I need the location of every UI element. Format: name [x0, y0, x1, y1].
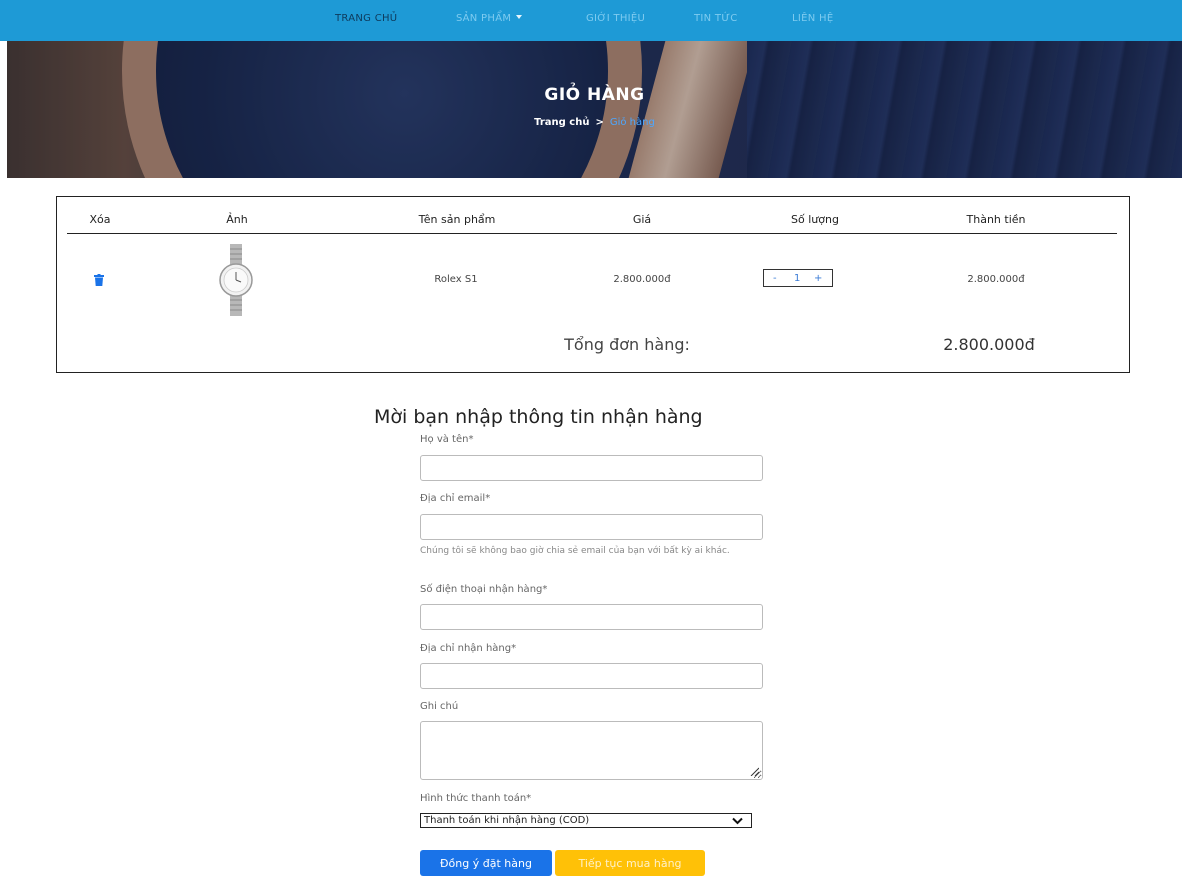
phone-label: Số điện thoại nhận hàng*: [420, 584, 548, 595]
column-header-delete: Xóa: [89, 213, 111, 226]
continue-shopping-button[interactable]: Tiếp tục mua hàng: [555, 850, 705, 876]
nav-item-news[interactable]: Tin tức: [694, 13, 738, 24]
payment-method-selected: Thanh toán khi nhận hàng (COD): [424, 815, 590, 826]
note-textarea[interactable]: [420, 721, 763, 780]
address-label: Địa chỉ nhận hàng*: [420, 643, 517, 654]
page-banner: GIỎ HÀNG Trang chủ > Giỏ hàng: [7, 41, 1182, 178]
quantity-stepper: - 1 +: [763, 269, 833, 287]
breadcrumb-current: Giỏ hàng: [609, 117, 655, 128]
payment-method-select[interactable]: Thanh toán khi nhận hàng (COD): [420, 813, 752, 828]
quantity-value[interactable]: 1: [794, 273, 800, 284]
trash-icon[interactable]: [94, 274, 104, 286]
column-header-image: Ảnh: [226, 213, 248, 226]
chevron-down-icon: [732, 817, 743, 825]
column-header-quantity: Số lượng: [791, 213, 839, 226]
payment-label: Hình thức thanh toán*: [420, 793, 532, 804]
banner-overlay: [7, 41, 1182, 178]
breadcrumb: Trang chủ > Giỏ hàng: [7, 117, 1182, 128]
quantity-decrease-button[interactable]: -: [773, 273, 777, 284]
address-input[interactable]: [420, 663, 763, 689]
product-thumbnail: [219, 244, 253, 316]
cart-table: Xóa Ảnh Tên sản phẩm Giá Số lượng Thành …: [56, 196, 1130, 373]
note-label: Ghi chú: [420, 701, 459, 712]
breadcrumb-separator: >: [595, 117, 604, 128]
email-hint: Chúng tôi sẽ không bao giờ chia sẻ email…: [420, 546, 730, 556]
top-navbar: Trang chủ Sản phẩm Giới thiệu Tin tức Li…: [0, 0, 1182, 41]
nav-item-products-label: Sản phẩm: [456, 13, 512, 24]
cart-table-header: Xóa Ảnh Tên sản phẩm Giá Số lượng Thành …: [67, 197, 1117, 234]
order-total-value: 2.800.000đ: [943, 335, 1035, 354]
name-input[interactable]: [420, 455, 763, 481]
product-price: 2.800.000đ: [613, 274, 671, 285]
product-subtotal: 2.800.000đ: [967, 274, 1025, 285]
page-title: GIỎ HÀNG: [544, 85, 645, 105]
email-label: Địa chỉ email*: [420, 493, 491, 504]
phone-input[interactable]: [420, 604, 763, 630]
breadcrumb-home-link[interactable]: Trang chủ: [534, 117, 589, 128]
quantity-increase-button[interactable]: +: [814, 273, 822, 284]
nav-item-products[interactable]: Sản phẩm: [456, 13, 523, 24]
nav-item-about[interactable]: Giới thiệu: [586, 13, 645, 24]
caret-down-icon: [516, 15, 523, 19]
name-label: Họ và tên*: [420, 434, 474, 445]
place-order-button[interactable]: Đồng ý đặt hàng: [420, 850, 552, 876]
column-header-subtotal: Thành tiền: [966, 213, 1026, 226]
email-input[interactable]: [420, 514, 763, 540]
form-title: Mời bạn nhập thông tin nhận hàng: [374, 406, 703, 428]
nav-item-contact[interactable]: Liên hệ: [792, 13, 833, 24]
nav-item-home[interactable]: Trang chủ: [335, 13, 397, 24]
column-header-price: Giá: [632, 213, 652, 226]
product-name: Rolex S1: [434, 274, 478, 285]
order-total-label: Tổng đơn hàng:: [564, 335, 690, 354]
column-header-product-name: Tên sản phẩm: [418, 213, 496, 226]
resize-grip-icon[interactable]: [749, 766, 759, 776]
